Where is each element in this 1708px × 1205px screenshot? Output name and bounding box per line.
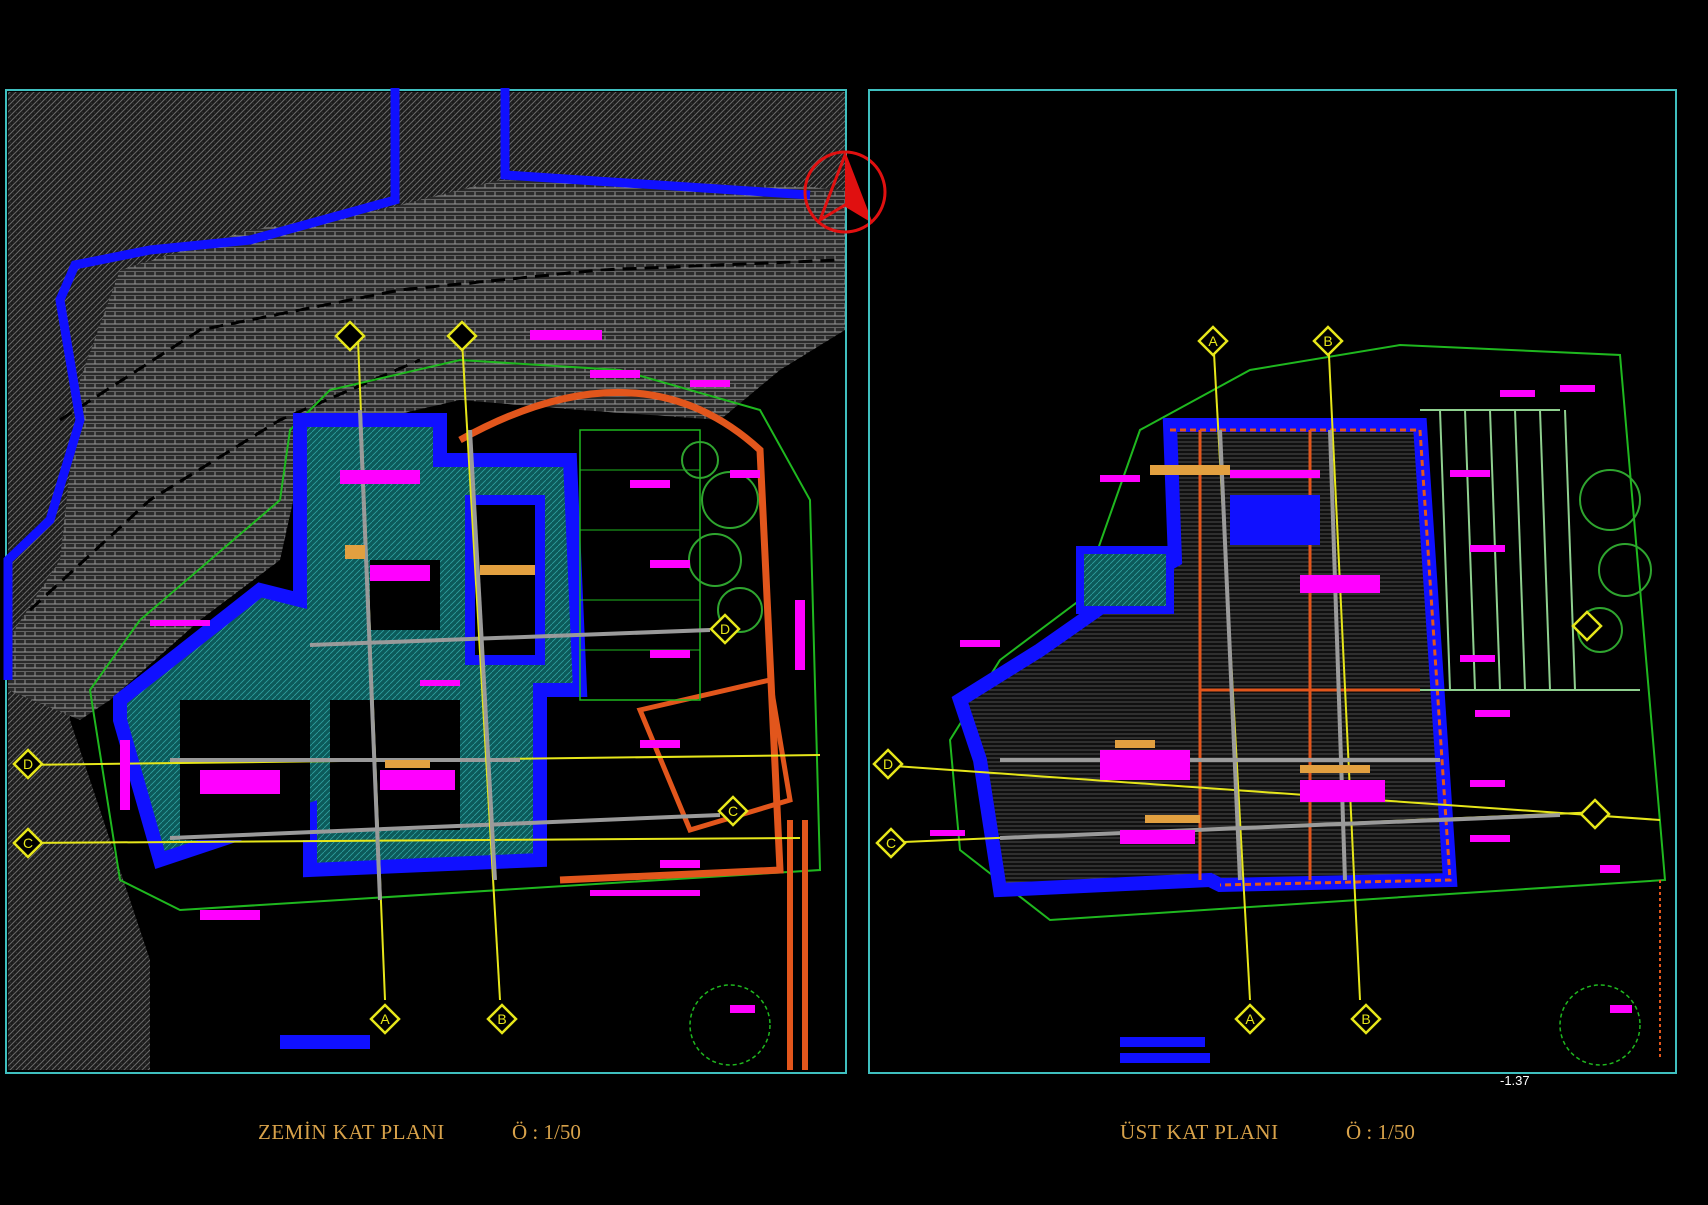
grid-label-d: D — [23, 756, 33, 772]
ground-floor-plan: A B C D D C — [3, 88, 847, 1074]
ground-floor-scale: Ö : 1/50 — [512, 1120, 581, 1144]
upper-floor-plan: A B C D A B — [868, 89, 1677, 1074]
cad-drawing-canvas: A B C D D C A B C D A B — [3, 88, 1677, 1074]
level-mark: -1.37 — [1500, 1073, 1530, 1088]
upper-grid-label-c: C — [886, 835, 896, 851]
grid-label-a: A — [380, 1011, 390, 1027]
upper-grid-label-b-top: B — [1323, 333, 1332, 349]
cad-drawing-viewport: A B C D D C A B C D A B -1.37 ZEMİN KAT … — [0, 0, 1708, 1200]
upper-grid-label-a-top: A — [1208, 333, 1218, 349]
grid-label-c-right: C — [728, 803, 738, 819]
upper-room-block — [1230, 495, 1320, 545]
grid-label-d-right: D — [720, 621, 730, 637]
grid-label-b: B — [497, 1011, 506, 1027]
upper-building-walls — [951, 418, 1458, 898]
ground-floor-title: ZEMİN KAT PLANI — [258, 1120, 445, 1144]
upper-floor-title: ÜST KAT PLANI — [1120, 1120, 1279, 1144]
upper-grid-label-d: D — [883, 756, 893, 772]
bottom-bench — [280, 1035, 370, 1049]
upper-bench-2 — [1120, 1053, 1210, 1063]
upper-grid-label-a: A — [1245, 1011, 1255, 1027]
upper-floor-scale: Ö : 1/50 — [1346, 1120, 1415, 1144]
upper-grid-label-b: B — [1361, 1011, 1370, 1027]
grid-label-c: C — [23, 835, 33, 851]
upper-bench-1 — [1120, 1037, 1205, 1047]
